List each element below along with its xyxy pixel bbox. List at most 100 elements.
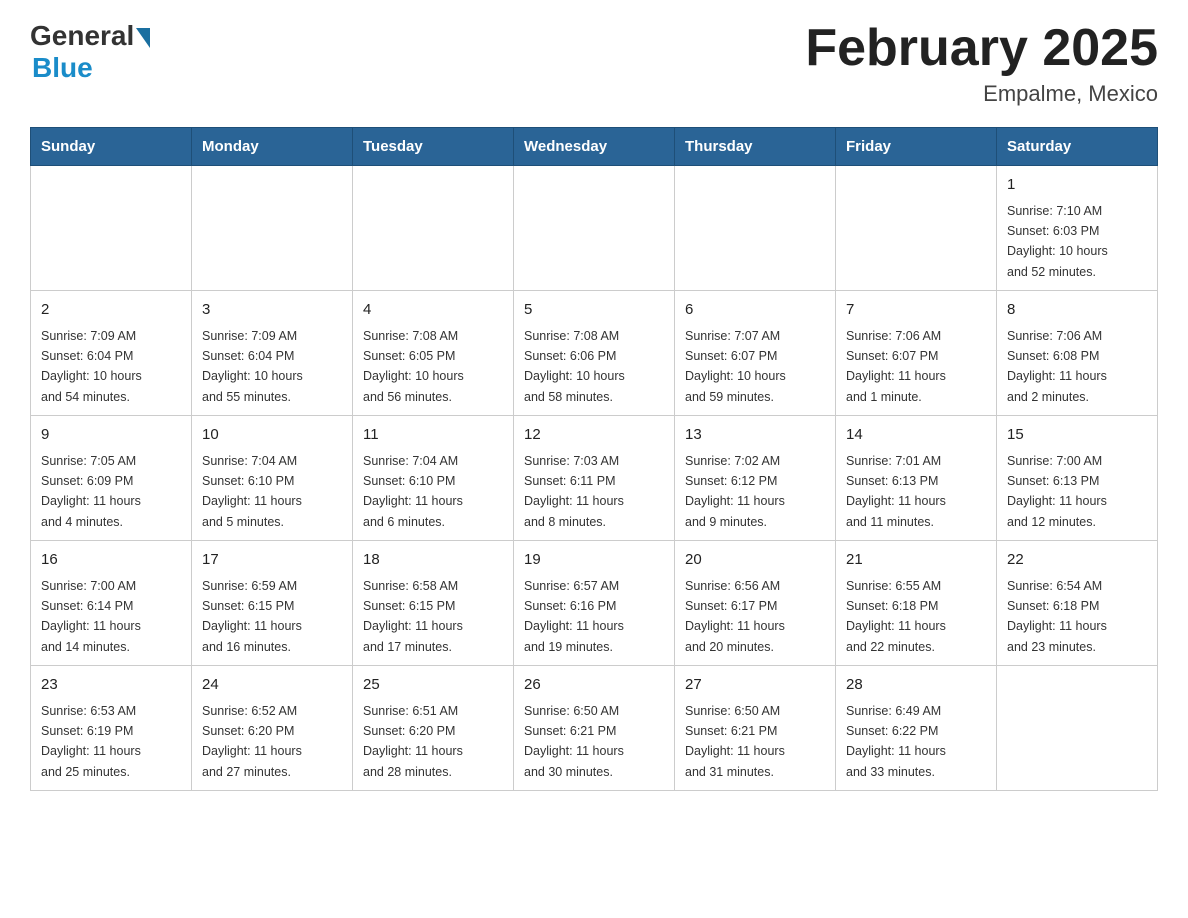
- day-header-thursday: Thursday: [675, 128, 836, 166]
- calendar-cell: [675, 166, 836, 291]
- calendar-table: SundayMondayTuesdayWednesdayThursdayFrid…: [30, 127, 1158, 791]
- title-block: February 2025 Empalme, Mexico: [805, 20, 1158, 107]
- day-info: Sunrise: 7:04 AMSunset: 6:10 PMDaylight:…: [202, 454, 302, 529]
- calendar-cell: 15 Sunrise: 7:00 AMSunset: 6:13 PMDayligh…: [997, 416, 1158, 541]
- calendar-cell: [31, 166, 192, 291]
- day-info: Sunrise: 6:58 AMSunset: 6:15 PMDaylight:…: [363, 579, 463, 654]
- calendar-cell: [836, 166, 997, 291]
- logo: General Blue: [30, 20, 150, 84]
- day-number: 4: [363, 299, 503, 322]
- calendar-cell: 3Sunrise: 7:09 AMSunset: 6:04 PMDaylight…: [192, 291, 353, 416]
- day-number: 7: [846, 299, 986, 322]
- day-number: 12: [524, 424, 664, 447]
- day-number: 3: [202, 299, 342, 322]
- day-info: Sunrise: 7:03 AMSunset: 6:11 PMDaylight:…: [524, 454, 624, 529]
- day-info: Sunrise: 7:02 AMSunset: 6:12 PMDaylight:…: [685, 454, 785, 529]
- calendar-cell: 24 Sunrise: 6:52 AMSunset: 6:20 PMDayligh…: [192, 666, 353, 791]
- page-header: General Blue February 2025 Empalme, Mexi…: [30, 20, 1158, 107]
- day-header-friday: Friday: [836, 128, 997, 166]
- week-row-5: 23 Sunrise: 6:53 AMSunset: 6:19 PMDayligh…: [31, 666, 1158, 791]
- day-info: Sunrise: 6:52 AMSunset: 6:20 PMDaylight:…: [202, 704, 302, 779]
- calendar-cell: 1 Sunrise: 7:10 AMSunset: 6:03 PMDaylight…: [997, 166, 1158, 291]
- calendar-cell: 6 Sunrise: 7:07 AMSunset: 6:07 PMDaylight…: [675, 291, 836, 416]
- calendar-title: February 2025: [805, 20, 1158, 77]
- day-info: Sunrise: 7:06 AMSunset: 6:08 PMDaylight:…: [1007, 329, 1107, 404]
- calendar-cell: 12 Sunrise: 7:03 AMSunset: 6:11 PMDayligh…: [514, 416, 675, 541]
- calendar-cell: 26 Sunrise: 6:50 AMSunset: 6:21 PMDayligh…: [514, 666, 675, 791]
- calendar-cell: 28 Sunrise: 6:49 AMSunset: 6:22 PMDayligh…: [836, 666, 997, 791]
- day-info: Sunrise: 7:07 AMSunset: 6:07 PMDaylight:…: [685, 329, 786, 404]
- day-number: 27: [685, 674, 825, 697]
- calendar-cell: 23 Sunrise: 6:53 AMSunset: 6:19 PMDayligh…: [31, 666, 192, 791]
- day-info: Sunrise: 6:53 AMSunset: 6:19 PMDaylight:…: [41, 704, 141, 779]
- day-number: 28: [846, 674, 986, 697]
- day-info: Sunrise: 7:09 AMSunset: 6:04 PMDaylight:…: [41, 329, 142, 404]
- calendar-cell: 22 Sunrise: 6:54 AMSunset: 6:18 PMDayligh…: [997, 541, 1158, 666]
- day-info: Sunrise: 6:51 AMSunset: 6:20 PMDaylight:…: [363, 704, 463, 779]
- calendar-cell: 27 Sunrise: 6:50 AMSunset: 6:21 PMDayligh…: [675, 666, 836, 791]
- day-header-saturday: Saturday: [997, 128, 1158, 166]
- day-number: 26: [524, 674, 664, 697]
- day-info: Sunrise: 7:06 AMSunset: 6:07 PMDaylight:…: [846, 329, 946, 404]
- calendar-subtitle: Empalme, Mexico: [805, 81, 1158, 107]
- calendar-cell: 18 Sunrise: 6:58 AMSunset: 6:15 PMDayligh…: [353, 541, 514, 666]
- day-info: Sunrise: 7:00 AMSunset: 6:14 PMDaylight:…: [41, 579, 141, 654]
- day-number: 25: [363, 674, 503, 697]
- day-info: Sunrise: 7:04 AMSunset: 6:10 PMDaylight:…: [363, 454, 463, 529]
- day-number: 10: [202, 424, 342, 447]
- logo-general-text: General: [30, 20, 134, 52]
- day-info: Sunrise: 6:59 AMSunset: 6:15 PMDaylight:…: [202, 579, 302, 654]
- day-info: Sunrise: 7:10 AMSunset: 6:03 PMDaylight:…: [1007, 204, 1108, 279]
- day-number: 14: [846, 424, 986, 447]
- calendar-cell: 7 Sunrise: 7:06 AMSunset: 6:07 PMDaylight…: [836, 291, 997, 416]
- calendar-cell: 21 Sunrise: 6:55 AMSunset: 6:18 PMDayligh…: [836, 541, 997, 666]
- calendar-cell: 4 Sunrise: 7:08 AMSunset: 6:05 PMDaylight…: [353, 291, 514, 416]
- day-number: 21: [846, 549, 986, 572]
- day-number: 23: [41, 674, 181, 697]
- calendar-cell: 10 Sunrise: 7:04 AMSunset: 6:10 PMDayligh…: [192, 416, 353, 541]
- day-number: 6: [685, 299, 825, 322]
- day-number: 20: [685, 549, 825, 572]
- day-info: Sunrise: 6:56 AMSunset: 6:17 PMDaylight:…: [685, 579, 785, 654]
- day-number: 1: [1007, 174, 1147, 197]
- day-number: 8: [1007, 299, 1147, 322]
- calendar-cell: 20 Sunrise: 6:56 AMSunset: 6:17 PMDayligh…: [675, 541, 836, 666]
- calendar-cell: 8 Sunrise: 7:06 AMSunset: 6:08 PMDaylight…: [997, 291, 1158, 416]
- calendar-cell: 19 Sunrise: 6:57 AMSunset: 6:16 PMDayligh…: [514, 541, 675, 666]
- day-number: 19: [524, 549, 664, 572]
- calendar-cell: [514, 166, 675, 291]
- day-header-tuesday: Tuesday: [353, 128, 514, 166]
- calendar-header-row: SundayMondayTuesdayWednesdayThursdayFrid…: [31, 128, 1158, 166]
- week-row-2: 2Sunrise: 7:09 AMSunset: 6:04 PMDaylight…: [31, 291, 1158, 416]
- day-info: Sunrise: 6:57 AMSunset: 6:16 PMDaylight:…: [524, 579, 624, 654]
- day-number: 18: [363, 549, 503, 572]
- day-number: 22: [1007, 549, 1147, 572]
- day-info: Sunrise: 7:05 AMSunset: 6:09 PMDaylight:…: [41, 454, 141, 529]
- calendar-cell: 13 Sunrise: 7:02 AMSunset: 6:12 PMDayligh…: [675, 416, 836, 541]
- calendar-cell: 25 Sunrise: 6:51 AMSunset: 6:20 PMDayligh…: [353, 666, 514, 791]
- day-number: 24: [202, 674, 342, 697]
- calendar-cell: 11 Sunrise: 7:04 AMSunset: 6:10 PMDayligh…: [353, 416, 514, 541]
- calendar-cell: 16Sunrise: 7:00 AMSunset: 6:14 PMDayligh…: [31, 541, 192, 666]
- day-info: Sunrise: 7:01 AMSunset: 6:13 PMDaylight:…: [846, 454, 946, 529]
- day-number: 13: [685, 424, 825, 447]
- day-info: Sunrise: 6:55 AMSunset: 6:18 PMDaylight:…: [846, 579, 946, 654]
- calendar-cell: [192, 166, 353, 291]
- day-number: 17: [202, 549, 342, 572]
- day-info: Sunrise: 6:50 AMSunset: 6:21 PMDaylight:…: [685, 704, 785, 779]
- day-info: Sunrise: 7:00 AMSunset: 6:13 PMDaylight:…: [1007, 454, 1107, 529]
- day-number: 9: [41, 424, 181, 447]
- day-info: Sunrise: 7:08 AMSunset: 6:05 PMDaylight:…: [363, 329, 464, 404]
- day-info: Sunrise: 6:54 AMSunset: 6:18 PMDaylight:…: [1007, 579, 1107, 654]
- day-header-wednesday: Wednesday: [514, 128, 675, 166]
- day-number: 5: [524, 299, 664, 322]
- day-info: Sunrise: 6:50 AMSunset: 6:21 PMDaylight:…: [524, 704, 624, 779]
- day-header-sunday: Sunday: [31, 128, 192, 166]
- day-number: 11: [363, 424, 503, 447]
- calendar-cell: 17 Sunrise: 6:59 AMSunset: 6:15 PMDayligh…: [192, 541, 353, 666]
- day-header-monday: Monday: [192, 128, 353, 166]
- calendar-cell: 5Sunrise: 7:08 AMSunset: 6:06 PMDaylight…: [514, 291, 675, 416]
- day-info: Sunrise: 6:49 AMSunset: 6:22 PMDaylight:…: [846, 704, 946, 779]
- day-number: 15: [1007, 424, 1147, 447]
- logo-blue-text: Blue: [32, 52, 93, 84]
